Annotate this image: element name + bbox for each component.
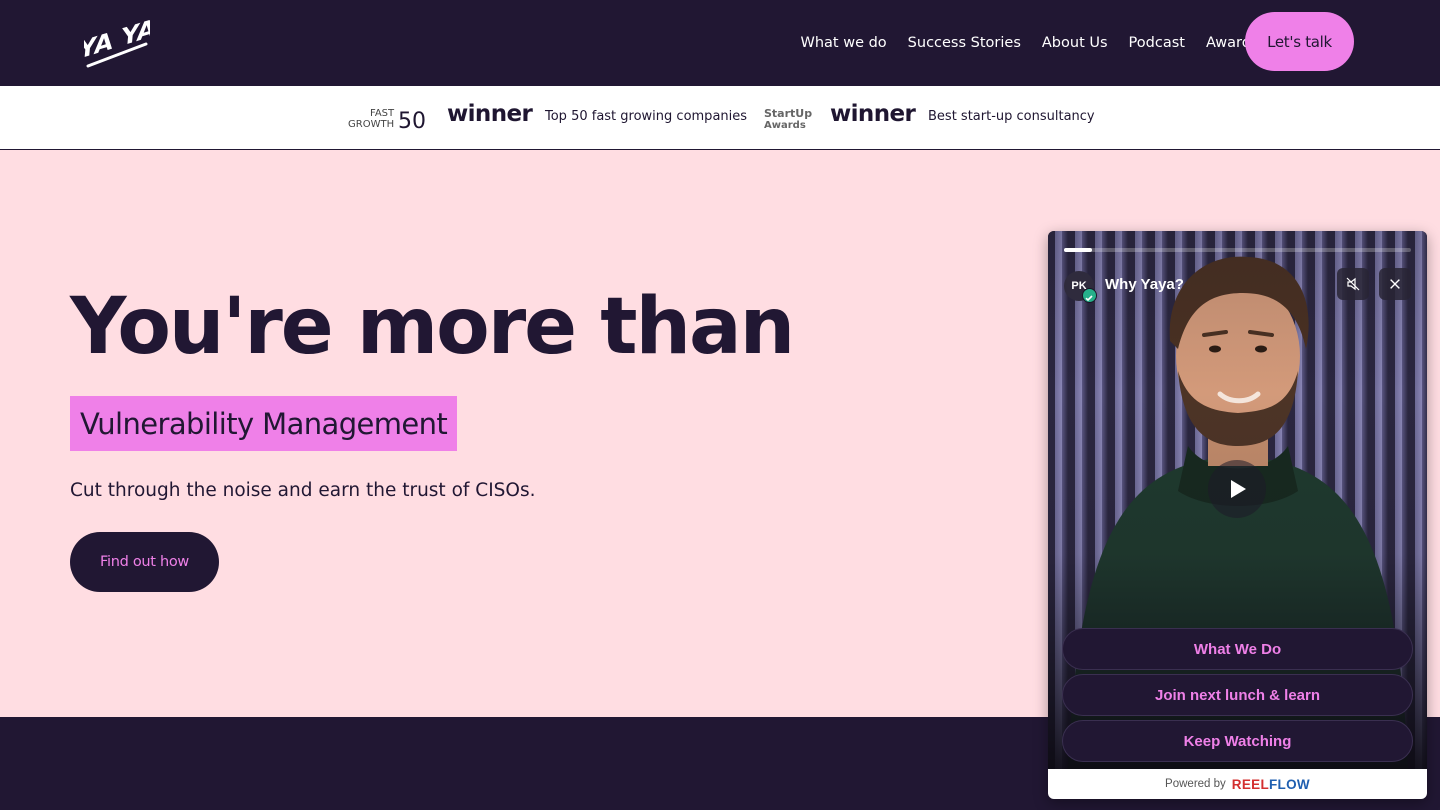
winner-label-1: winner [447,101,533,127]
svg-text:50: 50 [398,109,426,130]
top-navbar: YA YA What we do Success Stories About U… [0,0,1440,86]
svg-text:GROWTH: GROWTH [348,119,394,130]
svg-text:Awards: Awards [764,120,806,130]
play-icon [1231,480,1246,498]
lets-talk-button[interactable]: Let's talk [1245,12,1354,71]
video-widget[interactable]: PK Why Yaya? What We Do Join next lunch … [1048,231,1427,799]
keep-watching-button[interactable]: Keep Watching [1062,720,1413,762]
winner-label-2: winner [830,101,916,127]
nav-podcast[interactable]: Podcast [1118,35,1195,51]
video-progress-fill [1064,248,1092,252]
nav-what-we-do[interactable]: What we do [790,35,897,51]
close-widget-button[interactable] [1379,268,1411,300]
join-lunch-learn-button[interactable]: Join next lunch & learn [1062,674,1413,716]
close-icon [1390,279,1400,289]
play-button[interactable] [1208,460,1266,518]
mute-button[interactable] [1337,268,1369,300]
award-text-1: Top 50 fast growing companies [545,109,748,124]
startup-awards-logo: StartUp Awards [764,107,812,130]
svg-text:StartUp: StartUp [764,107,812,120]
award-text-2: Best start-up consultancy [928,109,1095,124]
nav-success-stories[interactable]: Success Stories [897,35,1031,51]
powered-by-bar[interactable]: Powered by REELFLOW [1048,769,1427,799]
video-progress-track[interactable] [1064,248,1411,252]
hero-highlight: Vulnerability Management [70,396,458,451]
what-we-do-button[interactable]: What We Do [1062,628,1413,670]
speaker-muted-icon [1346,277,1360,291]
hero-title: You're more than [70,282,795,372]
yaya-logo[interactable]: YA YA [84,14,150,70]
verified-check-icon [1082,288,1097,303]
video-player[interactable]: PK Why Yaya? What We Do Join next lunch … [1048,231,1427,769]
nav-about-us[interactable]: About Us [1031,35,1118,51]
find-out-how-button[interactable]: Find out how [70,532,219,592]
reelflow-brand[interactable]: REELFLOW [1232,777,1310,792]
svg-text:FAST: FAST [370,108,395,119]
fast-growth-50-logo: FAST GROWTH 50 [348,108,426,130]
hero-subtitle: Cut through the noise and earn the trust… [70,480,536,501]
widget-title: Why Yaya? [1105,276,1184,293]
powered-by-text: Powered by [1165,778,1226,790]
main-nav: What we do Success Stories About Us Podc… [790,0,1269,86]
